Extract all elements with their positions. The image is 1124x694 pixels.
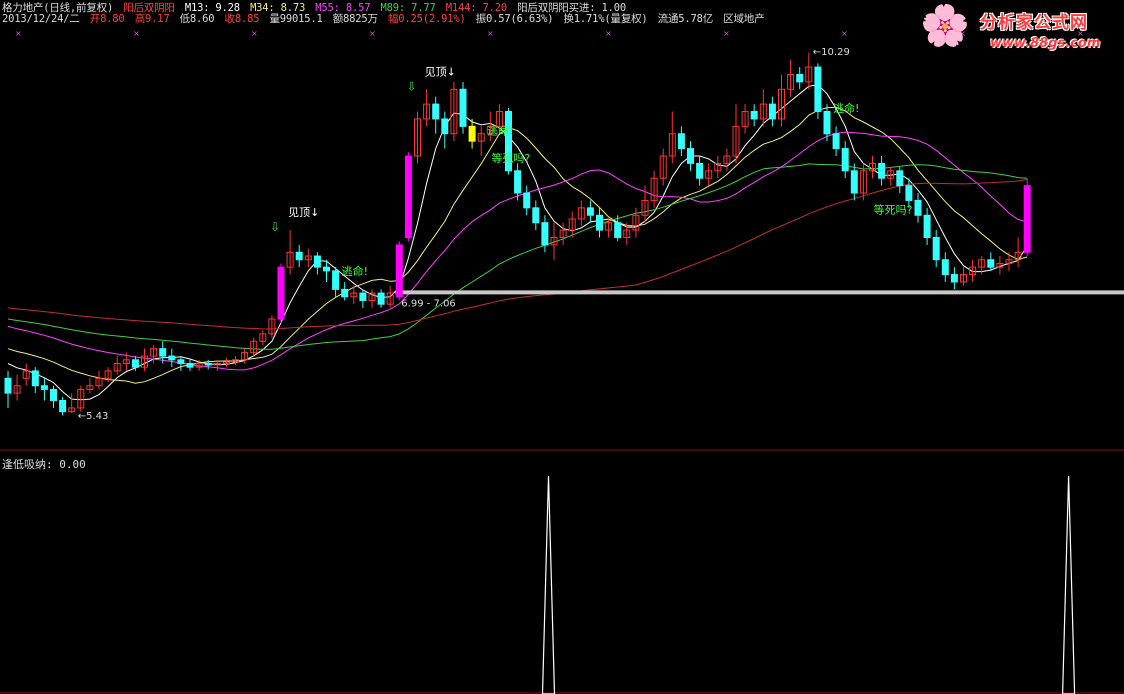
candle-body (50, 388, 57, 402)
marker-glyph: × (605, 29, 612, 38)
candle-body (277, 266, 285, 320)
candle-body (40, 385, 48, 390)
quote-change: 幅0.25(2.91%) (387, 13, 466, 25)
marker-glyph: × (15, 29, 22, 38)
marker-glyph: × (841, 29, 848, 38)
support-range-label: 6.99 - 7.06 (401, 298, 456, 309)
quote-sector: 区域地产 (723, 13, 765, 25)
ma144-line (7, 178, 1028, 330)
candle-body (341, 288, 349, 298)
candle-body (359, 292, 367, 301)
quote-open: 开8.80 (89, 13, 125, 25)
candle-body (823, 111, 831, 135)
candle-body (796, 73, 804, 83)
quote-amount: 额8825万 (332, 13, 378, 25)
candle-body (204, 362, 212, 366)
down-arrow-icon: ⇩ (270, 220, 280, 234)
candle-body (377, 292, 385, 305)
site-logo: 🌸 分析家公式网 www.88gs.com (920, 2, 1122, 58)
marker-glyph: × (369, 29, 376, 38)
quote-header: 2013/12/24/二 开8.80 高9.17 低8.60 收8.85 量99… (2, 11, 768, 26)
quote-float: 流通5.78亿 (657, 13, 714, 25)
quote-close: 收8.85 (224, 13, 260, 25)
sub-panel-label: 逢低吸纳: 0.00 (2, 458, 86, 471)
candle-body (459, 88, 467, 127)
sub-spike (541, 475, 556, 694)
candle-body (750, 111, 758, 120)
candle-body (295, 251, 303, 261)
candle-body (404, 155, 412, 239)
candle-body (323, 266, 330, 272)
candle-body (59, 400, 67, 413)
quote-high: 高9.17 (134, 13, 170, 25)
candle-body (768, 103, 776, 120)
marker-glyph: × (251, 29, 258, 38)
marker-glyph: × (133, 29, 140, 38)
top-signal-label: 见顶↓ (288, 206, 319, 219)
ma34-line (7, 106, 1028, 384)
down-arrow-icon: ⇩ (407, 79, 417, 93)
candle-body (177, 359, 185, 364)
logo-url: www.88gs.com (990, 36, 1101, 51)
escape-signal-label: 逃命! (487, 123, 513, 137)
candle-body (696, 162, 704, 179)
quote-date: 2013/12/24/二 (2, 13, 80, 25)
quote-low: 低8.60 (179, 13, 215, 25)
candle-body (878, 162, 886, 179)
candle-body (814, 66, 822, 113)
candle-body (432, 103, 440, 120)
marker-glyph: × (487, 29, 494, 38)
candle-body (950, 274, 958, 283)
candle-body (131, 359, 139, 368)
candle-body (4, 377, 12, 394)
escape-signal-label: 逃命! (833, 101, 859, 115)
wait-signal-label: 等死吗? (491, 151, 530, 165)
high-price-label: ←10.29 (813, 47, 850, 58)
candle-body (850, 170, 858, 194)
marker-glyph: × (723, 29, 730, 38)
flower-icon: 🌸 (920, 3, 970, 49)
candle-body (159, 348, 167, 357)
candle-body (932, 237, 940, 261)
candle-body (514, 170, 522, 194)
quote-amplitude: 振0.57(6.63%) (475, 13, 554, 25)
candle-body (896, 170, 904, 187)
candle-body (186, 362, 194, 368)
candle-body (313, 255, 321, 268)
candle-body (596, 214, 603, 231)
candle-body (832, 133, 840, 150)
candle-body (987, 259, 995, 268)
quote-turnover: 换1.71%(量复权) (563, 13, 648, 25)
candle-body (923, 214, 931, 238)
candle-body (31, 370, 39, 387)
quote-volume: 量99015.1 (269, 13, 323, 25)
candle-body (523, 192, 531, 209)
candle-body (677, 133, 685, 150)
candle-body (1023, 185, 1031, 253)
candle-body (168, 355, 176, 361)
candle-body (614, 222, 622, 239)
candle-body (468, 125, 476, 142)
candle-body (332, 270, 340, 290)
candle-body (541, 222, 549, 246)
candle-body (441, 118, 449, 135)
candle-body (914, 199, 922, 216)
kline-chart[interactable]: × × × × × × × × × ×←5.43←10.29见顶↓⇩见顶↓⇩逃命!逃命!逃命!等死… (0, 0, 1124, 694)
candle-body (586, 207, 594, 216)
top-signal-label: 见顶↓ (425, 65, 456, 78)
wait-signal-label: 等死吗? (874, 203, 913, 217)
sub-spike (1061, 475, 1076, 694)
logo-title: 分析家公式网 (980, 13, 1088, 33)
candle-body (687, 148, 694, 164)
candle-body (532, 207, 540, 224)
escape-signal-label: 逃命! (342, 264, 368, 278)
candle-body (841, 148, 849, 172)
low-price-label: ←5.43 (78, 411, 109, 422)
candle-body (941, 259, 949, 276)
candle-body (395, 244, 403, 298)
candle-body (905, 185, 913, 201)
